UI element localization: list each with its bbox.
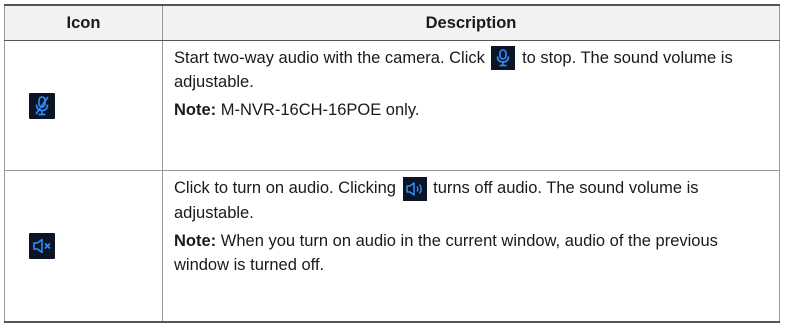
icon-cell xyxy=(4,170,163,323)
note-label: Note: xyxy=(174,232,217,250)
table-row: Click to turn on audio. Clicking turns o… xyxy=(4,170,780,323)
icon-description-table: Icon Description Start two-way audio wit… xyxy=(4,4,780,323)
description-cell: Start two-way audio with the camera. Cli… xyxy=(162,40,780,171)
description-text: Click to turn on audio. Clicking turns o… xyxy=(174,177,699,222)
note-text: Note: When you turn on audio in the curr… xyxy=(174,232,718,274)
mic-muted-icon xyxy=(29,92,55,119)
table-row: Start two-way audio with the camera. Cli… xyxy=(4,40,780,171)
header-description: Description xyxy=(162,4,780,41)
description-cell: Click to turn on audio. Clicking turns o… xyxy=(162,170,780,323)
note-label: Note: xyxy=(174,101,217,119)
icon-cell xyxy=(4,40,163,171)
table-header-row: Icon Description xyxy=(4,4,780,41)
mic-icon xyxy=(491,46,516,70)
speaker-muted-icon xyxy=(29,233,55,259)
note-text: Note: M-NVR-16CH-16POE only. xyxy=(174,101,420,119)
description-text: Start two-way audio with the camera. Cli… xyxy=(174,46,769,94)
speaker-on-icon xyxy=(402,177,427,201)
header-icon: Icon xyxy=(4,4,163,41)
